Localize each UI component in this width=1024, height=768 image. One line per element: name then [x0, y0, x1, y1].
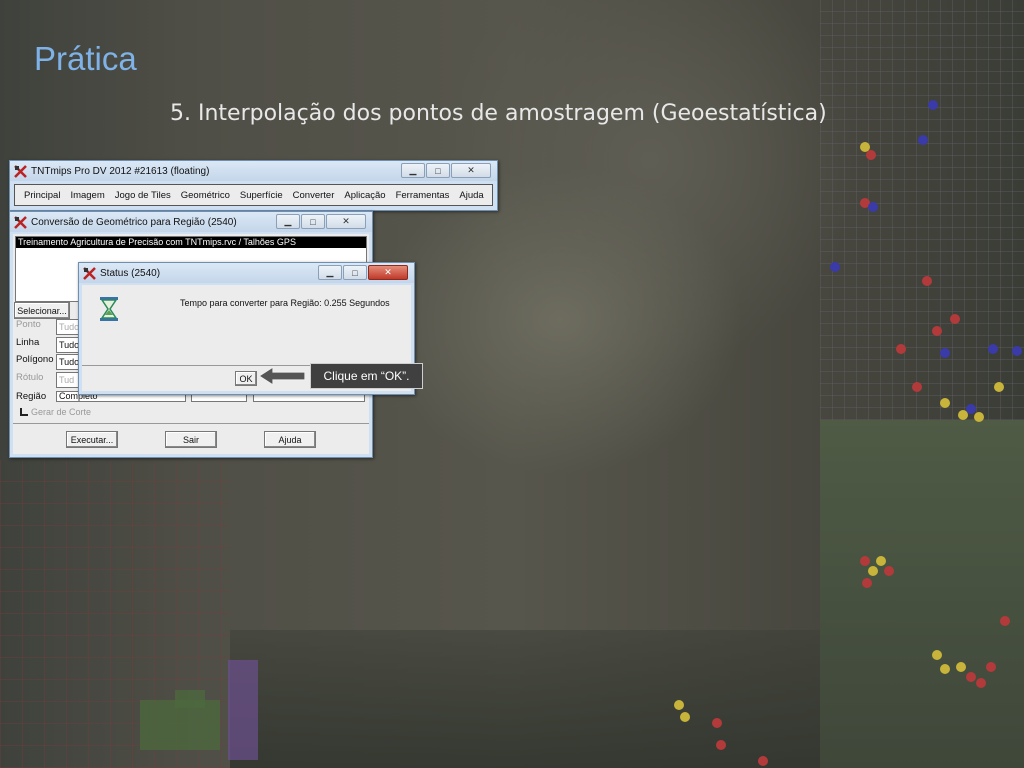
cut-checkbox-label: Gerar de Corte — [31, 407, 92, 417]
sample-point — [716, 740, 726, 750]
close-button[interactable]: ✕ — [368, 265, 408, 280]
sample-point — [918, 135, 928, 145]
sample-point — [986, 662, 996, 672]
maximize-icon: □ — [435, 165, 441, 176]
maximize-button[interactable]: □ — [426, 163, 450, 178]
map-city-grid-right — [820, 0, 1024, 420]
close-icon: ✕ — [342, 216, 350, 226]
minimize-button[interactable]: ▁ — [318, 265, 342, 280]
status-message: Tempo para converter para Região: 0.255 … — [180, 298, 390, 308]
conversion-window-titlebar[interactable]: Conversão de Geométrico para Região (254… — [10, 212, 372, 232]
exit-button[interactable]: Sair — [165, 431, 217, 448]
row-label-regiao: Região — [16, 391, 47, 402]
menu-imagem[interactable]: Imagem — [65, 190, 109, 201]
menu-jogo-de-tiles[interactable]: Jogo de Tiles — [110, 190, 176, 201]
sample-point — [862, 578, 872, 588]
main-window-titlebar[interactable]: TNTmips Pro DV 2012 #21613 (floating) ▁ … — [10, 161, 497, 181]
ok-button[interactable]: OK — [235, 371, 257, 386]
minimize-icon: ▁ — [284, 216, 292, 226]
menu-principal[interactable]: Principal — [19, 190, 65, 201]
sample-point — [932, 326, 942, 336]
sample-point — [956, 662, 966, 672]
tntmips-app-icon — [83, 266, 96, 280]
sample-point — [896, 344, 906, 354]
status-window-titlebar[interactable]: Status (2540) ▁ □ ✕ — [79, 263, 414, 283]
row-label-rotulo: Rótulo — [16, 372, 44, 383]
maximize-button[interactable]: □ — [343, 265, 367, 280]
minimize-button[interactable]: ▁ — [276, 214, 300, 229]
pointer-arrow-icon — [257, 365, 307, 387]
menu-superficie[interactable]: Superfície — [235, 190, 288, 201]
slide-title: Prática — [34, 40, 137, 77]
map-bottom-area — [230, 630, 820, 768]
menu-geometrico[interactable]: Geométrico — [176, 190, 235, 201]
footer-divider — [13, 423, 369, 424]
sample-point — [922, 276, 932, 286]
sample-point — [866, 150, 876, 160]
menu-ferramentas[interactable]: Ferramentas — [391, 190, 455, 201]
close-button[interactable]: ✕ — [451, 163, 491, 178]
minimize-icon: ▁ — [409, 165, 417, 175]
maximize-icon: □ — [310, 216, 316, 227]
sample-point — [868, 202, 878, 212]
conversion-window-title: Conversão de Geométrico para Região (254… — [31, 216, 237, 228]
map-field-patch — [175, 690, 205, 708]
sample-point — [1012, 346, 1022, 356]
menu-ajuda[interactable]: Ajuda — [454, 190, 488, 201]
menu-aplicacao[interactable]: Aplicação — [339, 190, 390, 201]
map-fields-right — [820, 420, 1024, 768]
minimize-button[interactable]: ▁ — [401, 163, 425, 178]
sample-point — [940, 398, 950, 408]
sample-point — [680, 712, 690, 722]
sample-point — [932, 650, 942, 660]
sample-point — [712, 718, 722, 728]
help-button[interactable]: Ajuda — [264, 431, 316, 448]
sample-point — [976, 678, 986, 688]
status-window-title: Status (2540) — [100, 267, 161, 279]
tntmips-app-icon — [14, 164, 27, 178]
select-button[interactable]: Selecionar... — [14, 302, 70, 319]
main-window-title: TNTmips Pro DV 2012 #21613 (floating) — [31, 165, 210, 177]
close-button[interactable]: ✕ — [326, 214, 366, 229]
hourglass-icon — [98, 296, 120, 322]
sample-point — [876, 556, 886, 566]
sample-point — [1000, 616, 1010, 626]
maximize-icon: □ — [352, 267, 358, 278]
minimize-icon: ▁ — [326, 267, 334, 277]
sample-point — [950, 314, 960, 324]
sample-point — [674, 700, 684, 710]
instruction-callout: Clique em “OK”. — [310, 363, 423, 389]
maximize-button[interactable]: □ — [301, 214, 325, 229]
sample-point — [868, 566, 878, 576]
selected-file-item[interactable]: Treinamento Agricultura de Precisão com … — [16, 237, 366, 248]
sample-point — [758, 756, 768, 766]
sample-point — [912, 382, 922, 392]
sample-point — [830, 262, 840, 272]
close-icon: ✕ — [384, 267, 392, 277]
tntmips-main-window: TNTmips Pro DV 2012 #21613 (floating) ▁ … — [9, 160, 498, 211]
slide-subtitle: 5. Interpolação dos pontos de amostragem… — [170, 101, 827, 126]
sample-point — [928, 100, 938, 110]
tntmips-app-icon — [14, 215, 27, 229]
execute-button[interactable]: Executar... — [66, 431, 118, 448]
sample-point — [988, 344, 998, 354]
row-label-linha: Linha — [16, 337, 40, 348]
sample-point — [940, 348, 950, 358]
menu-converter[interactable]: Converter — [288, 190, 340, 201]
map-field-patch — [228, 660, 258, 760]
sample-point — [940, 664, 950, 674]
row-label-poligono: Polígono — [16, 354, 54, 365]
sample-point — [974, 412, 984, 422]
cut-checkbox[interactable] — [20, 408, 28, 416]
close-icon: ✕ — [467, 165, 475, 175]
row-label-ponto: Ponto — [16, 319, 41, 330]
sample-point — [884, 566, 894, 576]
sample-point — [994, 382, 1004, 392]
sample-point — [860, 556, 870, 566]
sample-point — [966, 672, 976, 682]
main-menubar: Principal Imagem Jogo de Tiles Geométric… — [14, 184, 493, 206]
